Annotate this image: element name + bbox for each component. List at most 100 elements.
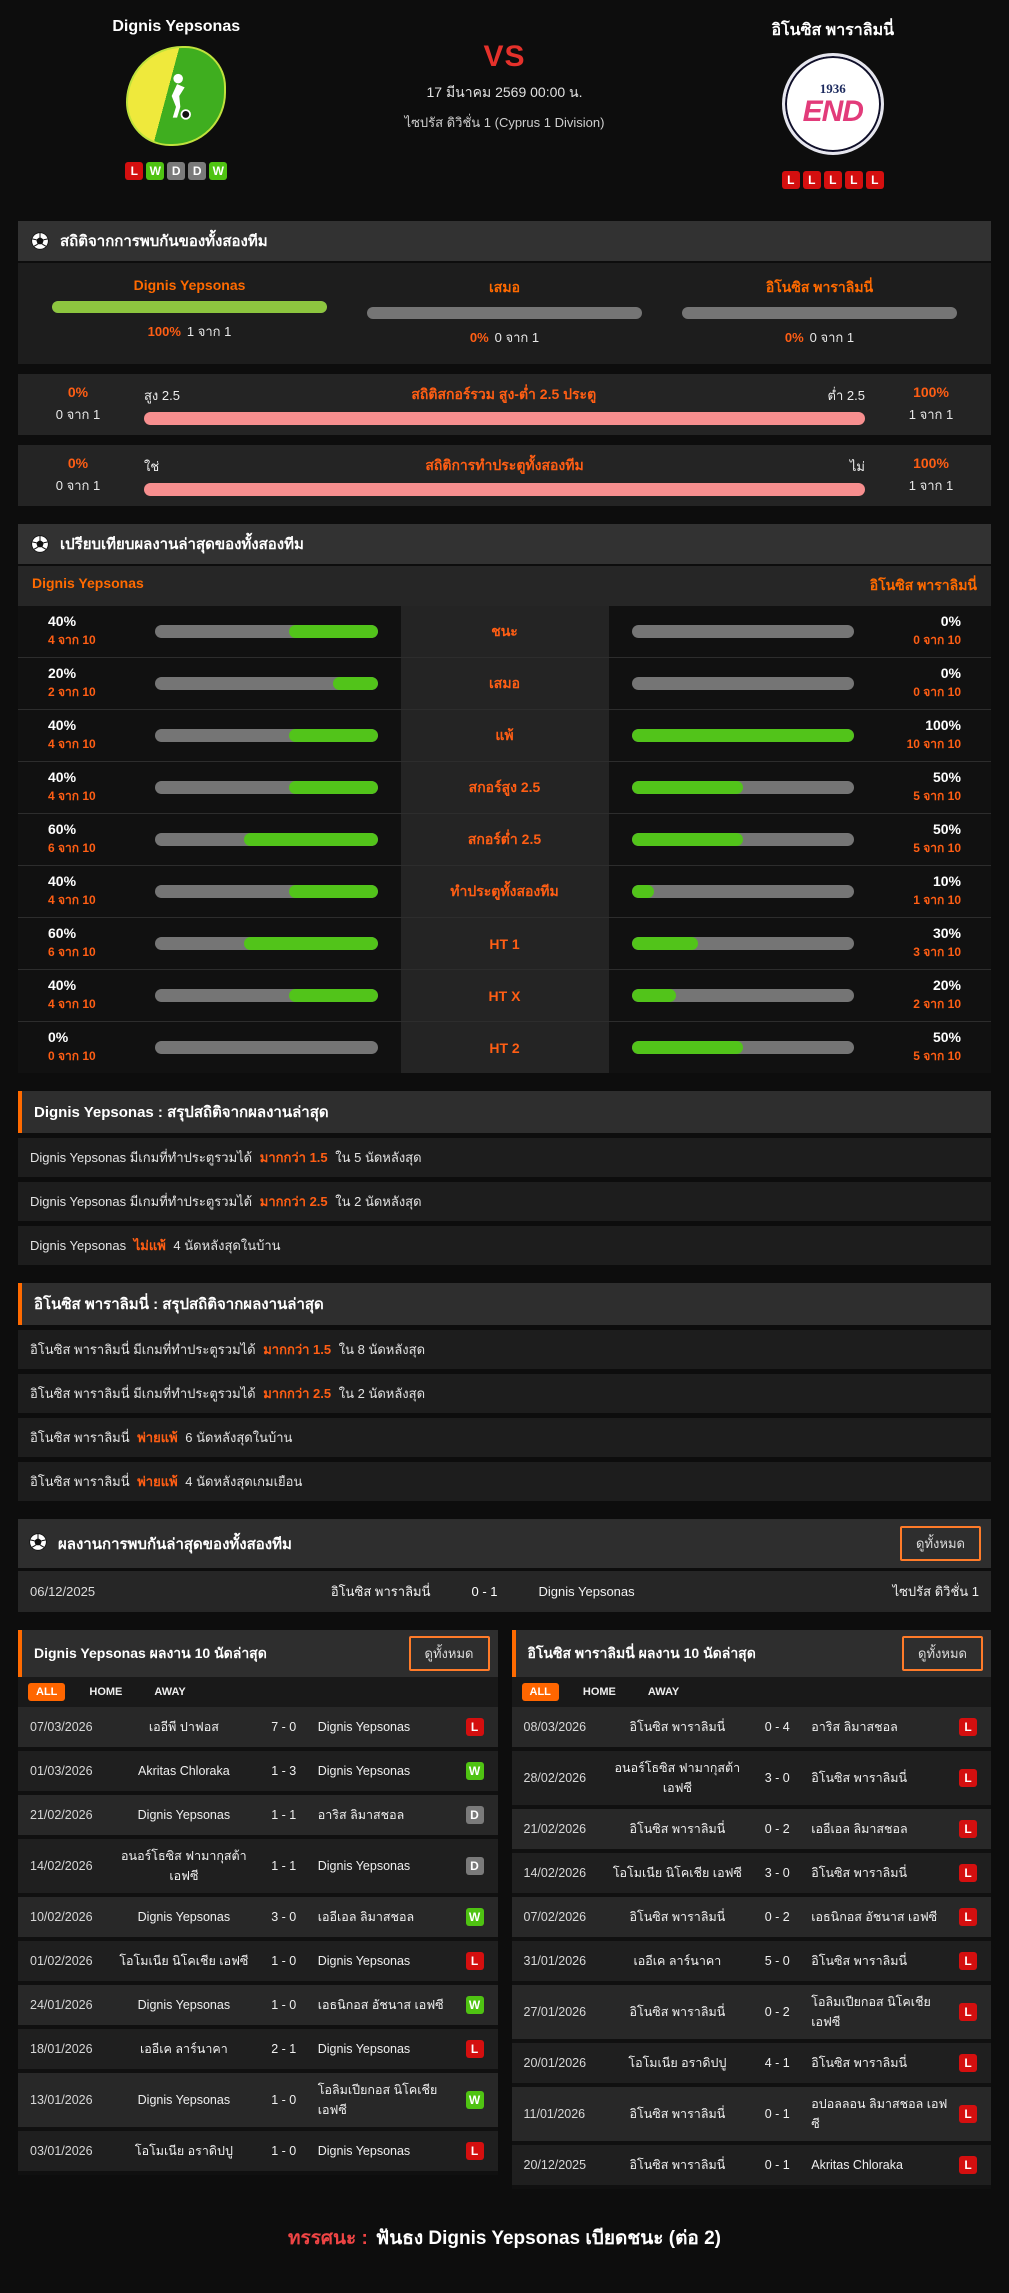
recent-match-row[interactable]: 11/01/2026 อิโนซิส พาราลิมนี่ 0 - 1 อปอลลอน… <box>511 2087 991 2145</box>
recent-match-row[interactable]: 27/01/2026 อิโนซิส พาราลิมนี่ 0 - 2 โอลิมเป… <box>511 1985 991 2043</box>
tab-away[interactable]: AWAY <box>146 1683 193 1701</box>
summary-highlight: พ่ายแพ้ <box>137 1474 178 1489</box>
home-count: 0 จาก 10 <box>48 1049 96 1063</box>
match-header: Dignis Yepsonas LWDDW VS 17 มีนาคม 2569 … <box>18 10 991 203</box>
summary-row: อิโนซิส พาราลิมนี่ มีเกมที่ทำประตูรวมได้… <box>18 1374 991 1413</box>
comparison-home-values: 40% 4 จาก 10 <box>18 613 133 650</box>
away-recent-view-all-button[interactable]: ดูทั้งหมด <box>902 1636 983 1671</box>
away-percent: 50% <box>932 769 961 785</box>
result-badge-cell: L <box>951 2054 985 2072</box>
ou-left-label: สูง 2.5 <box>144 387 180 403</box>
recent-match-row[interactable]: 21/02/2026 Dignis Yepsonas 1 - 1 อาริส ลิมา… <box>18 1795 498 1839</box>
recent-match-row[interactable]: 13/01/2026 Dignis Yepsonas 1 - 0 โอลิมเปียก… <box>18 2073 498 2131</box>
form-badge-l: L <box>823 171 842 189</box>
away-percent: 50% <box>932 1029 961 1045</box>
recent-match-row[interactable]: 07/02/2026 อิโนซิส พาราลิมนี่ 0 - 2 เอธนิกอ… <box>511 1897 991 1941</box>
tab-home[interactable]: HOME <box>575 1683 624 1701</box>
away-team: เออีเอล ลิมาสชอล <box>811 1822 908 1836</box>
form-badge-w: W <box>146 162 165 180</box>
tab-all[interactable]: ALL <box>521 1683 559 1701</box>
comparison-home-values: 40% 4 จาก 10 <box>18 977 133 1014</box>
recent-match-row[interactable]: 10/02/2026 Dignis Yepsonas 3 - 0 เออีเอล ลิ… <box>18 1897 498 1941</box>
away-team: อาริส ลิมาสชอล <box>317 1808 405 1822</box>
home-recent-view-all-button[interactable]: ดูทั้งหมด <box>408 1636 490 1671</box>
ou-right-label: ต่ำ 2.5 <box>827 387 865 403</box>
away-team: อิโนซิส พาราลิมนี่ <box>811 1866 908 1880</box>
comparison-row: 40% 4 จาก 10 HT X 20% 2 จาก 10 <box>18 969 991 1021</box>
player-silhouette-icon <box>171 73 192 120</box>
recent-match-row[interactable]: 20/12/2025 อิโนซิส พาราลิมนี่ 0 - 1 Akritas… <box>511 2145 991 2189</box>
match-score: 1 - 1 <box>271 1859 297 1873</box>
home-count: 4 จาก 10 <box>48 997 96 1011</box>
match-score: 1 - 0 <box>271 2093 297 2107</box>
match-date: 13/01/2026 <box>30 2093 93 2107</box>
recent-match-row[interactable]: 21/02/2026 อิโนซิส พาราลิมนี่ 0 - 2 เออีเอล… <box>511 1809 991 1853</box>
ou-labels-row: ใช่ สถิติการทำประตูทั้งสองทีม ไม่ <box>144 455 865 477</box>
away-logo-text: END <box>802 95 864 128</box>
away-bar-fill <box>631 833 743 846</box>
comparison-away-bar <box>631 885 854 898</box>
comparison-home-bar <box>155 625 378 638</box>
recent-match-row[interactable]: 31/01/2026 เออีเค ลาร์นาคา 5 - 0 อิโนซิส พา… <box>511 1941 991 1985</box>
h2h-match-row[interactable]: 06/12/2025 อิโนซิส พาราลิมนี่ 0 - 1 Dignis … <box>18 1571 991 1612</box>
recent-match-row[interactable]: 01/03/2026 Akritas Chloraka 1 - 3 Dignis Ye… <box>18 1751 498 1795</box>
match-score: 1 - 0 <box>271 1954 297 1968</box>
match-date: 10/02/2026 <box>30 1910 93 1924</box>
recent-match-row[interactable]: 03/01/2026 โอโมเนีย อราดิปปู 1 - 0 Dignis Y… <box>18 2131 498 2175</box>
tab-away[interactable]: AWAY <box>640 1683 687 1701</box>
recent-match-row[interactable]: 18/01/2026 เออีเค ลาร์นาคา 2 - 1 Dignis Yep… <box>18 2029 498 2073</box>
match-datetime: 17 มีนาคม 2569 00:00 น. <box>426 84 583 100</box>
recent-match-row[interactable]: 07/03/2026 เออีพี ปาฟอส 7 - 0 Dignis Yepson… <box>18 1707 498 1751</box>
comparison-row: 40% 4 จาก 10 ทำประตูทั้งสองทีม 10% 1 จาก 10 <box>18 865 991 917</box>
recent-match-row[interactable]: 01/02/2026 โอโมเนีย นิโคเชีย เอฟซี 1 - 0 Di… <box>18 1941 498 1985</box>
ou-right-values: 100% 1 จาก 1 <box>871 384 991 425</box>
result-badge-l: L <box>959 2003 977 2021</box>
summary-text-pre: อิโนซิส พาราลิมนี่ <box>30 1474 134 1489</box>
result-badge-w: W <box>465 1996 484 2014</box>
result-badge-cell: L <box>951 1952 985 1970</box>
result-badge-cell: L <box>458 2040 492 2058</box>
comparison-away-values: 50% 5 จาก 10 <box>876 1029 991 1066</box>
result-badge-d: D <box>465 1857 484 1875</box>
result-badge-l: L <box>959 1864 977 1882</box>
recent-match-row[interactable]: 14/02/2026 อนอร์โธซิส ฟามากุสต้า เอฟซี 1 -… <box>18 1839 498 1897</box>
ou-right-percent: 100% <box>913 384 949 400</box>
match-score: 0 - 1 <box>471 1584 498 1599</box>
home-team: เออีเค ลาร์นาคา <box>633 1954 722 1968</box>
vs-label: VS <box>483 40 526 73</box>
home-team: อนอร์โธซิส ฟามากุสต้า เอฟซี <box>614 1761 741 1795</box>
match-league: ไซปรัส ดิวิชั่น 1 <box>892 1584 979 1599</box>
result-badge-cell: L <box>458 1718 492 1736</box>
comparison-away-values: 30% 3 จาก 10 <box>876 925 991 962</box>
home-team: โอโมเนีย อราดิปปู <box>134 2144 233 2158</box>
h2h-view-all-button[interactable]: ดูทั้งหมด <box>900 1526 981 1561</box>
comparison-away-name: อิโนซิส พาราลิมนี่ <box>869 577 977 593</box>
h2h-matches-header: ผลงานการพบกันล่าสุดของทั้งสองทีม ดูทั้งห… <box>18 1519 991 1568</box>
away-summary-section: อิโนซิส พาราลิมนี่ : สรุปสถิติจากผลงานล่… <box>18 1283 991 1501</box>
away-team-name: อิโนซิส พาราลิมนี่ <box>771 22 895 39</box>
away-team: เอธนิกอส อัชนาส เอฟซี <box>317 1998 444 2012</box>
recent-match-row[interactable]: 20/01/2026 โอโมเนีย อราดิปปู 4 - 1 อิโนซิส … <box>511 2043 991 2087</box>
match-score: 0 - 1 <box>764 2158 790 2172</box>
tab-home[interactable]: HOME <box>81 1683 130 1701</box>
ou-right-values: 100% 1 จาก 1 <box>871 455 991 496</box>
home-count: 2 จาก 10 <box>48 685 96 699</box>
summary-text-post: 6 นัดหลังสุดในบ้าน <box>181 1430 293 1445</box>
recent-match-row[interactable]: 28/02/2026 อนอร์โธซิส ฟามากุสต้า เอฟซี 3 -… <box>511 1751 991 1809</box>
summary-highlight: มากกว่า 1.5 <box>259 1150 328 1165</box>
away-team-block: อิโนซิส พาราลิมนี่ 1936 END LLLLL <box>675 16 992 189</box>
home-team: อิโนซิส พาราลิมนี่ <box>629 1822 726 1836</box>
home-team: Dignis Yepsonas <box>137 1998 231 2012</box>
result-badge-l: L <box>959 1820 977 1838</box>
comparison-away-bar <box>631 937 854 950</box>
comparison-row-label: แพ้ <box>399 710 610 761</box>
tab-all[interactable]: ALL <box>28 1683 66 1701</box>
home-recent-header: Dignis Yepsonas ผลงาน 10 นัดล่าสุด ดูทั้… <box>18 1630 498 1677</box>
home-team: Dignis Yepsonas <box>137 1910 231 1924</box>
h2h-count: 0 จาก 1 <box>809 330 855 345</box>
match-date: 06/12/2025 <box>30 1584 96 1599</box>
recent-match-row[interactable]: 08/03/2026 อิโนซิส พาราลิมนี่ 0 - 4 อาริส ล… <box>511 1707 991 1751</box>
prediction-footer: ทรรศนะ : ฟันธง Dignis Yepsonas เบียดชนะ (… <box>18 2223 991 2263</box>
recent-match-row[interactable]: 24/01/2026 Dignis Yepsonas 1 - 0 เอธนิกอส อ… <box>18 1985 498 2029</box>
recent-match-row[interactable]: 14/02/2026 โอโมเนีย นิโคเชีย เอฟซี 3 - 0 อิ… <box>511 1853 991 1897</box>
